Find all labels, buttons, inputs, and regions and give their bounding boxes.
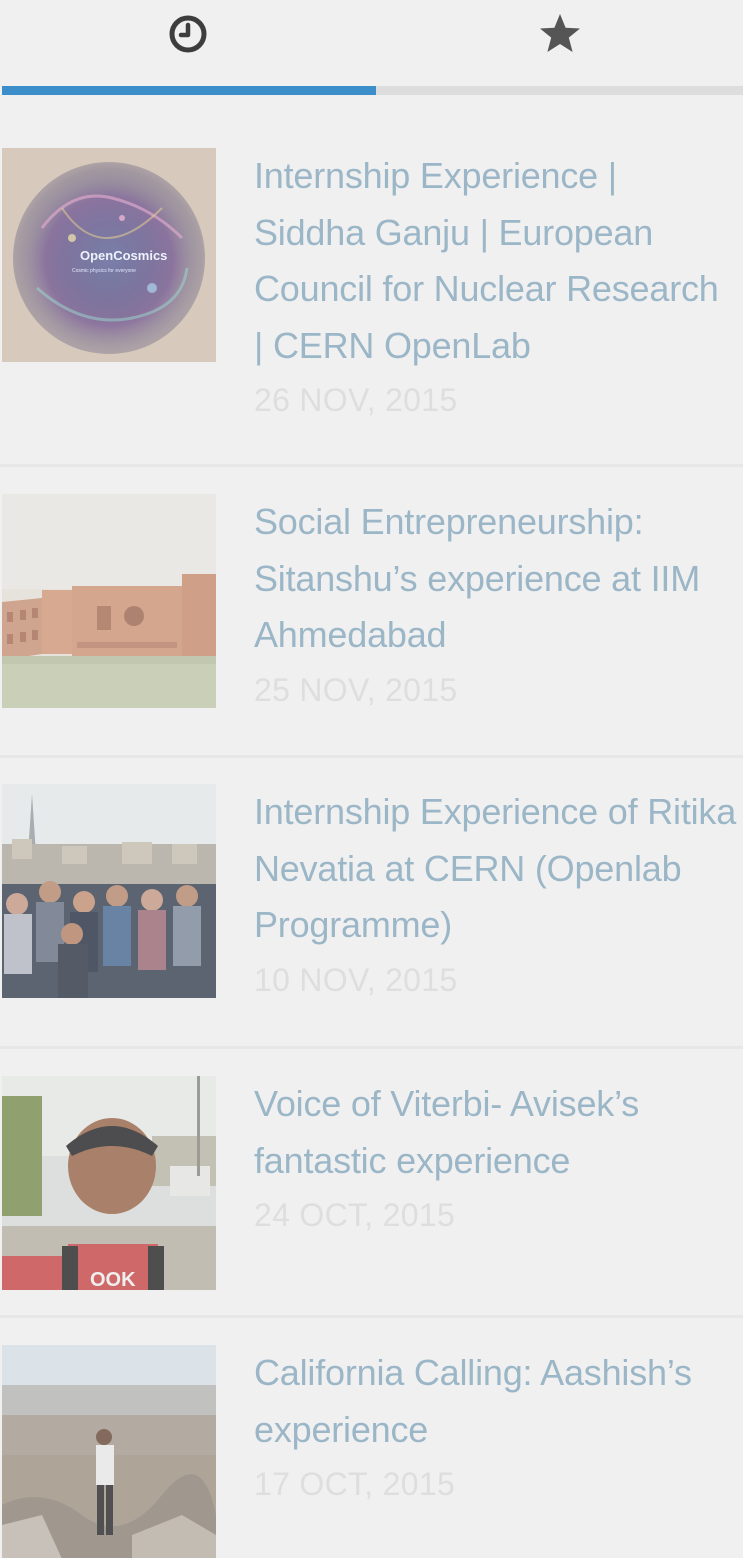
- post-text: Internship Experience of Ritika Nevatia …: [254, 784, 737, 1000]
- post-text: Internship Experience | Siddha Ganju | E…: [254, 148, 737, 420]
- campus-building-image: [2, 494, 216, 708]
- tab-popular[interactable]: [374, 0, 743, 86]
- post-title[interactable]: Voice of Viterbi- Avisek’s fantastic exp…: [254, 1076, 737, 1189]
- post-thumbnail[interactable]: OOK: [2, 1076, 216, 1290]
- post-thumbnail[interactable]: [2, 494, 216, 708]
- post-text: California Calling: Aashish’s experience…: [254, 1345, 737, 1504]
- tab-indicator-track: [2, 86, 743, 95]
- divider: [0, 755, 743, 758]
- group-photo-image: [2, 784, 216, 998]
- divider: [0, 1046, 743, 1049]
- thumbnail-caption: OOK: [90, 1269, 136, 1290]
- clock-icon: [169, 15, 207, 53]
- post-text: Social Entrepreneurship: Sitanshu’s expe…: [254, 494, 737, 710]
- thumbnail-subcaption: Cosmic physics for everyone: [72, 268, 136, 274]
- selfie-image: OOK: [2, 1076, 216, 1290]
- post-date: 25 NOV, 2015: [254, 671, 458, 708]
- tab-recent[interactable]: [2, 0, 374, 86]
- tab-indicator-active: [2, 86, 376, 95]
- post-title[interactable]: Internship Experience | Siddha Ganju | E…: [254, 148, 737, 374]
- divider: [0, 464, 743, 467]
- tab-bar: [0, 0, 743, 96]
- post-title[interactable]: California Calling: Aashish’s experience: [254, 1345, 737, 1458]
- post-thumbnail[interactable]: [2, 784, 216, 998]
- post-text: Voice of Viterbi- Avisek’s fantastic exp…: [254, 1076, 737, 1235]
- post-date: 10 NOV, 2015: [254, 961, 458, 998]
- post-thumbnail[interactable]: [2, 1345, 216, 1558]
- post-title[interactable]: Social Entrepreneurship: Sitanshu’s expe…: [254, 494, 737, 664]
- thumbnail-caption: OpenCosmics: [80, 248, 167, 263]
- post-date: 26 NOV, 2015: [254, 382, 458, 418]
- post-date: 24 OCT, 2015: [254, 1197, 456, 1233]
- post-thumbnail[interactable]: OpenCosmics Cosmic physics for everyone: [2, 148, 216, 362]
- divider: [0, 1315, 743, 1318]
- opencosmics-image: OpenCosmics Cosmic physics for everyone: [2, 148, 216, 362]
- canyon-image: [2, 1345, 216, 1558]
- post-title[interactable]: Internship Experience of Ritika Nevatia …: [254, 784, 737, 954]
- star-icon: [540, 14, 580, 52]
- post-date: 17 OCT, 2015: [254, 1466, 456, 1502]
